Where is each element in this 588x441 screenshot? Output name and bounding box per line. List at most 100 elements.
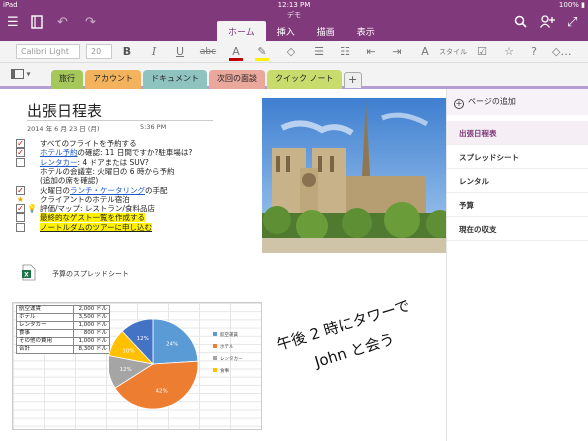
add-page-label: ページの追加 (468, 97, 516, 106)
clear-format-icon[interactable]: ◇ (284, 44, 298, 60)
section-tab-next-meeting[interactable]: 次回の面談 (209, 70, 265, 89)
note-line[interactable]: 最終的なゲスト一覧を作成する (40, 213, 145, 223)
note-line[interactable]: (追加の席を確認) (40, 176, 98, 185)
bullet-list-icon[interactable]: ☰ (312, 44, 326, 60)
highlight-color-swatch (255, 58, 269, 61)
title-underline (27, 120, 213, 121)
battery-level: 100% (558, 1, 579, 9)
embedded-spreadsheet[interactable]: 航空運賃 2,000 ドル ホテル 3,500 ドル レンタカー 1,000 ドル 食事 80… (12, 302, 262, 430)
notre-dame-photo[interactable] (262, 98, 446, 253)
star-tag-icon[interactable]: ☆ (502, 44, 516, 60)
note-line[interactable]: すべてのフライトを予約する (40, 139, 137, 148)
attachment-label[interactable]: 予算のスプレッドシート (52, 269, 129, 279)
page-list-toggle-icon[interactable]: ▾ (11, 69, 37, 82)
note-line[interactable]: 火曜日のランチ・ケータリングの手配 (40, 186, 168, 195)
todo-checkbox[interactable] (16, 213, 25, 223)
svg-text:X: X (24, 272, 29, 279)
page-canvas[interactable]: 出張日程表 2014 年 6 月 23 日 (月) 5:36 PM すべてのフラ… (0, 89, 446, 441)
add-person-icon[interactable] (539, 15, 555, 33)
tab-view[interactable]: 表示 (346, 21, 386, 41)
undo-icon[interactable]: ↶ (57, 15, 68, 31)
idea-tag-icon: 💡 (27, 204, 37, 214)
budget-amount: 1,000 ドル (73, 337, 110, 346)
note-text: 火曜日の (40, 185, 70, 195)
page-list-item[interactable]: 出張日程表 (447, 121, 588, 145)
question-tag-icon[interactable]: ? (527, 44, 541, 60)
page-list-item[interactable]: レンタル (447, 169, 588, 193)
note-text: 評価/マップ: レストラン/食料品店 (40, 204, 155, 214)
excel-file-icon[interactable]: X (22, 264, 36, 281)
pie-data-label: 24% (166, 342, 178, 348)
page-list: 出張日程表 スプレッドシート レンタル 予算 現在の収支 (447, 121, 588, 241)
note-line[interactable]: クライアントのホテル宿泊 (40, 195, 130, 204)
redo-icon[interactable]: ↷ (85, 15, 96, 31)
section-tab-account[interactable]: アカウント (85, 70, 141, 89)
tab-draw[interactable]: 描画 (306, 21, 346, 41)
legend-swatch (213, 368, 217, 372)
page-list-item[interactable]: 予算 (447, 193, 588, 217)
clock: 12:13 PM (277, 1, 311, 9)
styles-icon[interactable]: A (418, 44, 432, 60)
outdent-icon[interactable]: ⇤ (364, 44, 378, 60)
todo-tag-icon[interactable]: ☑ (475, 44, 489, 60)
tab-insert[interactable]: 挿入 (266, 21, 306, 41)
font-name-field[interactable]: Calibri Light (16, 44, 80, 59)
page-title[interactable]: 出張日程表 (27, 100, 102, 121)
note-line[interactable]: ホテル予約の確認: 11 日間ですか?駐車場は? (40, 148, 192, 157)
note-line[interactable]: ノートルダムのツアーに申し込む (40, 222, 153, 232)
todo-checkbox-checked[interactable] (16, 139, 25, 148)
budget-item: 航空運賃 (16, 305, 74, 314)
notebook-icon[interactable] (31, 15, 43, 34)
section-tab-travel[interactable]: 旅行 (51, 70, 83, 89)
strikethrough-button[interactable]: abc (197, 44, 219, 60)
note-line[interactable]: ホテルの会議室: 火曜日の 6 時から予約 (40, 167, 174, 176)
section-tab-documents[interactable]: ドキュメント (143, 70, 207, 89)
todo-checkbox[interactable] (16, 222, 25, 232)
section-tab-quick-notes[interactable]: クイック ノート (267, 70, 342, 89)
budget-item: その他の費用 (16, 337, 74, 346)
todo-checkbox-checked[interactable] (16, 204, 25, 214)
legend-label: 食事 (220, 367, 229, 374)
note-line[interactable]: レンタカー: 4 ドアまたは SUV? (40, 158, 149, 167)
note-text: の確認: 11 日間ですか?駐車場は? (77, 148, 193, 158)
star-tag-icon: ★ (16, 194, 25, 204)
note-text: クライアントのホテル宿泊 (40, 194, 130, 204)
page-list-item[interactable]: スプレッドシート (447, 145, 588, 169)
tab-home[interactable]: ホーム (217, 21, 266, 41)
underline-button[interactable]: U (173, 44, 187, 60)
expand-icon[interactable]: ⤢ (567, 15, 577, 31)
hyperlink[interactable]: ランチ・ケータリング (70, 186, 145, 195)
styles-label[interactable]: スタイル (438, 44, 468, 60)
italic-button[interactable]: I (147, 44, 161, 60)
todo-checkbox[interactable] (16, 157, 25, 167)
hyperlink[interactable]: レンタカー (40, 158, 78, 167)
search-icon[interactable] (514, 15, 527, 33)
page-time: 5:36 PM (140, 123, 167, 131)
budget-amount: 8,300 ドル (73, 345, 110, 354)
todo-checkbox-checked[interactable] (16, 148, 25, 158)
numbered-list-icon[interactable]: ☷ (338, 44, 352, 60)
font-size-field[interactable]: 20 (86, 44, 112, 59)
budget-amount: 1,000 ドル (73, 321, 110, 330)
note-line[interactable]: 評価/マップ: レストラン/食料品店 (40, 204, 155, 213)
title-bar: iPad 12:13 PM 100% ▮ デモ ☰ ↶ ↷ ホーム 挿入 描画 … (0, 0, 588, 41)
sidebar-toggle-icon[interactable]: ☰ (7, 15, 19, 31)
add-section-button[interactable]: + (343, 72, 362, 88)
add-page-button[interactable]: + ページの追加 (447, 89, 588, 115)
page-list-item[interactable]: 現在の収支 (447, 217, 588, 241)
bold-button[interactable]: B (120, 44, 134, 60)
note-text: ホテルの会議室: 火曜日の 6 時から予約 (40, 166, 175, 176)
note-text: の手配 (145, 185, 168, 195)
note-text: すべてのフライトを予約する (40, 139, 137, 148)
more-tags-icon[interactable]: ◇… (552, 44, 571, 60)
table-row: 航空運賃 2,000 ドル (16, 305, 110, 314)
hyperlink[interactable]: ホテル予約 (40, 148, 78, 157)
section-bar: ▾ 旅行 アカウント ドキュメント 次回の面談 クイック ノート + (0, 63, 588, 89)
pie-data-label: 12% (119, 367, 131, 373)
indent-icon[interactable]: ⇥ (390, 44, 404, 60)
note-text: (追加の席を確認) (40, 176, 99, 186)
legend-swatch (213, 344, 217, 348)
pie-data-label: 10% (122, 349, 134, 355)
todo-checkbox-checked[interactable] (16, 185, 25, 195)
legend-swatch (213, 332, 217, 336)
